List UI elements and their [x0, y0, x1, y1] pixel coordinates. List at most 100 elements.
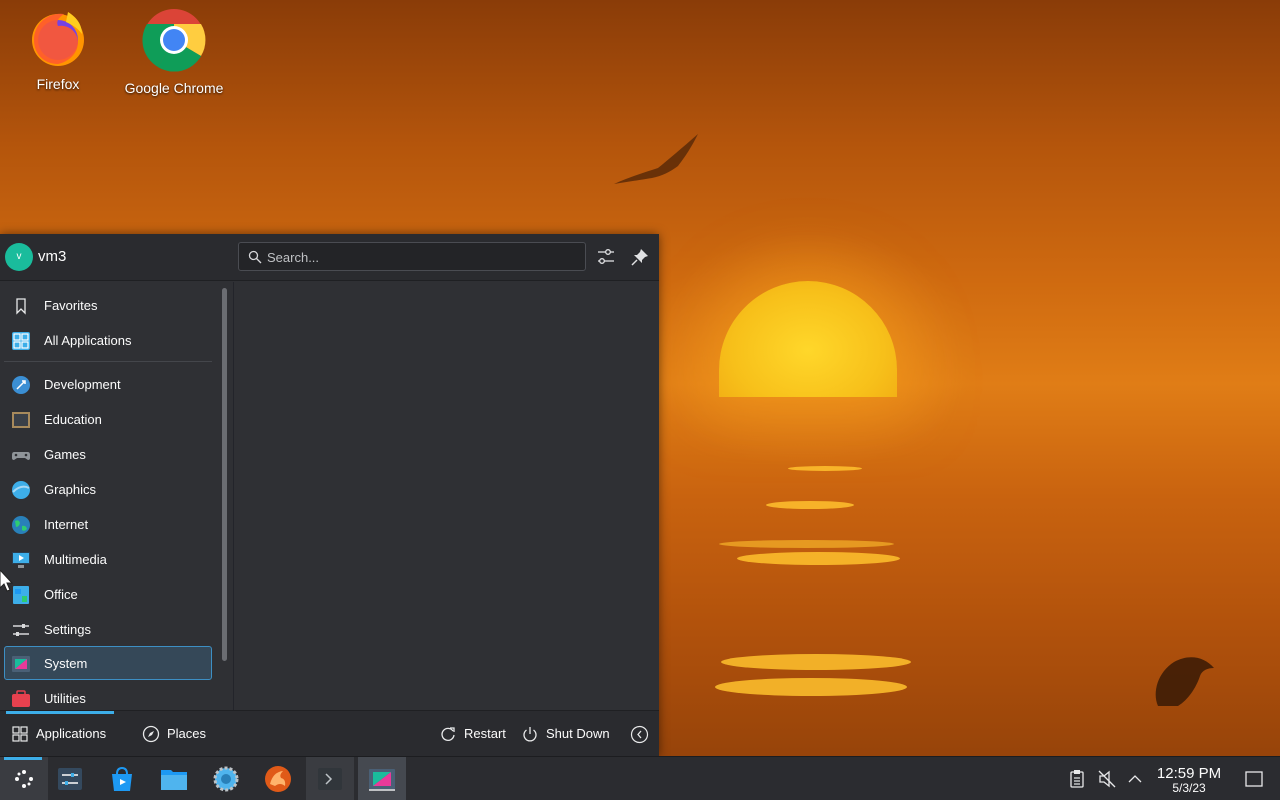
digital-clock[interactable]: 12:59 PM 5/3/23 [1150, 765, 1228, 795]
clipboard-icon[interactable] [1067, 769, 1087, 789]
clock-date: 5/3/23 [1172, 781, 1206, 795]
system-settings-icon [58, 768, 82, 790]
sidebar-divider [4, 361, 212, 362]
wallpaper-reflection [788, 466, 862, 471]
avatar[interactable]: v [5, 243, 33, 271]
applications-list [234, 282, 659, 710]
system-monitor-icon [213, 766, 239, 792]
desktop-icon-label: Firefox [36, 76, 80, 92]
category-sidebar: Favorites All Applications Development E… [0, 282, 217, 710]
wallpaper-reflection [737, 552, 900, 565]
launcher-footer: Applications Places Restart Shut Down [0, 710, 659, 756]
category-graphics[interactable]: Graphics [4, 472, 212, 506]
shutdown-button[interactable]: Shut Down [515, 720, 615, 748]
multimedia-icon [12, 552, 30, 568]
launcher-header: v vm3 [0, 234, 659, 281]
category-utilities[interactable]: Utilities [4, 681, 212, 710]
category-development[interactable]: Development [4, 367, 212, 401]
category-label: Multimedia [44, 552, 107, 567]
category-label: All Applications [44, 333, 132, 348]
search-field[interactable] [238, 242, 586, 271]
taskbar-system-monitor[interactable] [202, 757, 250, 800]
search-input[interactable] [267, 247, 577, 267]
restart-button[interactable]: Restart [433, 720, 511, 748]
tab-label: Places [167, 726, 207, 741]
category-label: Games [44, 447, 86, 462]
file-manager-icon [161, 770, 187, 790]
taskbar-krusader[interactable] [254, 757, 302, 800]
bookmark-icon [16, 298, 26, 315]
category-favorites[interactable]: Favorites [4, 288, 212, 322]
development-icon [12, 376, 30, 394]
wallpaper-reflection [721, 654, 911, 670]
taskbar-discover[interactable] [98, 757, 146, 800]
category-label: Favorites [44, 298, 98, 313]
button-label: Shut Down [546, 726, 610, 741]
category-label: Internet [44, 517, 89, 532]
category-label: Graphics [44, 482, 97, 497]
all-applications-icon [12, 332, 30, 350]
desktop-icon-chrome[interactable]: Google Chrome [119, 8, 229, 96]
category-label: Education [44, 412, 102, 427]
window-icon [369, 769, 395, 791]
username: vm3 [38, 248, 67, 265]
application-launcher-icon [15, 770, 33, 788]
active-indicator [4, 757, 42, 760]
compass-icon [142, 725, 160, 743]
category-label: Utilities [44, 691, 86, 706]
category-label: Office [44, 587, 78, 602]
education-icon [12, 412, 30, 428]
category-system[interactable]: System [4, 646, 212, 680]
tab-applications[interactable]: Applications [5, 720, 117, 748]
games-icon [12, 452, 30, 460]
sidebar-scrollbar-thumb[interactable] [222, 288, 227, 661]
clock-time: 12:59 PM [1156, 765, 1222, 782]
active-tab-indicator [6, 711, 114, 714]
taskbar-system-settings[interactable] [46, 757, 94, 800]
power-icon [523, 727, 537, 742]
wallpaper-reflection [766, 501, 854, 509]
wallpaper-bird-perched [1155, 657, 1214, 706]
terminal-icon [318, 768, 342, 790]
internet-icon [12, 516, 30, 534]
category-label: Development [44, 377, 121, 392]
application-launcher: v vm3 Favorites [0, 234, 659, 756]
leave-menu-icon[interactable] [630, 725, 649, 744]
category-games[interactable]: Games [4, 437, 212, 471]
category-office[interactable]: Office [4, 577, 212, 611]
utilities-icon [12, 690, 30, 707]
mouse-cursor-icon [0, 570, 14, 592]
wallpaper-reflection [715, 678, 907, 696]
taskbar-application-launcher[interactable] [0, 757, 48, 800]
firefox-icon [28, 8, 88, 68]
tab-places[interactable]: Places [136, 720, 212, 748]
search-icon [248, 250, 262, 264]
applications-grid-icon [12, 726, 28, 742]
category-all-applications[interactable]: All Applications [4, 323, 212, 357]
desktop-icon-label: Google Chrome [124, 80, 224, 96]
tab-label: Applications [36, 726, 107, 741]
wallpaper-bird-flying [614, 134, 698, 184]
desktop-icon-firefox[interactable]: Firefox [3, 8, 113, 92]
pin-icon[interactable] [627, 244, 653, 270]
show-desktop-icon[interactable] [1244, 769, 1264, 789]
system-icon [12, 656, 30, 672]
category-education[interactable]: Education [4, 402, 212, 436]
taskbar-file-manager[interactable] [150, 757, 198, 800]
configure-icon[interactable] [593, 244, 619, 270]
chrome-icon [142, 8, 206, 72]
taskbar-window[interactable] [358, 757, 406, 800]
button-label: Restart [464, 726, 506, 741]
chevron-up-icon[interactable] [1125, 769, 1145, 789]
settings-icon [13, 624, 29, 636]
category-internet[interactable]: Internet [4, 507, 212, 541]
category-settings[interactable]: Settings [4, 612, 212, 646]
office-icon [13, 586, 29, 604]
taskbar-terminal[interactable] [306, 757, 354, 800]
restart-icon [441, 727, 455, 741]
graphics-icon [12, 481, 30, 499]
wallpaper-reflection [719, 540, 894, 548]
category-multimedia[interactable]: Multimedia [4, 542, 212, 576]
volume-muted-icon[interactable] [1097, 769, 1117, 789]
discover-icon [112, 766, 132, 791]
